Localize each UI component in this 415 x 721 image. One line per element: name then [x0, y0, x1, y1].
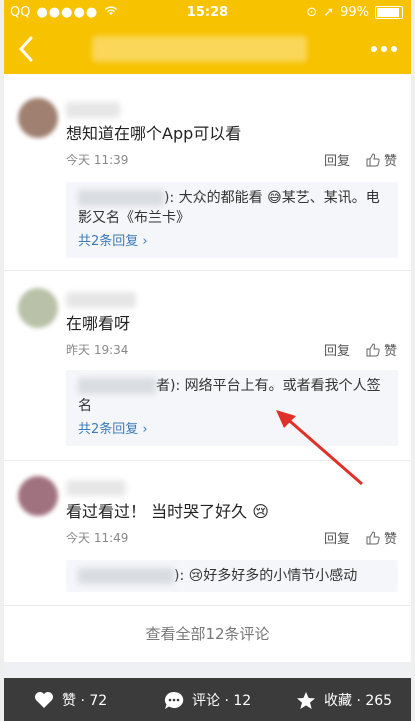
- avatar[interactable]: [18, 98, 58, 138]
- reply-username[interactable]: [78, 190, 164, 206]
- view-all-comments-button[interactable]: 查看全部12条评论: [4, 606, 411, 662]
- location-icon: ➚: [323, 5, 335, 20]
- section-spacer: [4, 662, 411, 678]
- reply-username[interactable]: [78, 378, 156, 394]
- like-label: 赞: [383, 344, 397, 359]
- comment-time: 昨天 19:34: [66, 343, 129, 357]
- reply-button[interactable]: 回复: [324, 528, 350, 547]
- username[interactable]: [66, 480, 126, 496]
- cry-emoji-icon: 😢: [252, 502, 269, 521]
- like-action-button[interactable]: 赞 · 72: [34, 690, 107, 710]
- like-label: 赞: [383, 154, 397, 169]
- lock-rotation-icon: ⊙: [306, 5, 318, 20]
- reply-text-cont: 好多好多的小情节小感动: [203, 568, 358, 584]
- comment-count: 评论 · 12: [192, 693, 252, 709]
- like-button[interactable]: 赞: [366, 340, 397, 359]
- avatar[interactable]: [18, 476, 58, 516]
- back-button[interactable]: [16, 35, 46, 65]
- comment-actions: 回复 赞: [324, 150, 397, 169]
- comment-text-body: 看过看过！ 当时哭了好久: [66, 502, 248, 521]
- comment-text: 想知道在哪个App可以看: [66, 124, 242, 143]
- more-dots-icon: [371, 46, 397, 52]
- thumbs-up-icon: [366, 530, 380, 544]
- battery-icon: [375, 6, 403, 19]
- heart-icon: [35, 692, 53, 708]
- comment-bubble-icon: [164, 691, 184, 709]
- comment-text: 看过看过！ 当时哭了好久 😢: [66, 498, 269, 522]
- annotation-arrow: [276, 410, 363, 486]
- comment-action-button[interactable]: 评论 · 12: [164, 690, 251, 710]
- reply-text: ): 大众的都能看: [164, 190, 263, 206]
- username[interactable]: [66, 102, 120, 118]
- comment-actions: 回复 赞: [324, 528, 397, 547]
- like-label: 赞: [383, 532, 397, 547]
- avatar[interactable]: [18, 288, 58, 328]
- reply-button[interactable]: 回复: [324, 150, 350, 169]
- chevron-left-icon: [18, 36, 33, 62]
- reply-preview[interactable]: ): 大众的都能看 😅某艺、某讯。电影又名《布兰卡》 共2条回复 ›: [66, 182, 398, 258]
- comment-actions: 回复 赞: [324, 340, 397, 359]
- bottom-action-bar: 赞 · 72 评论 · 12 收藏 · 265: [4, 678, 411, 721]
- divider: [4, 270, 411, 271]
- reply-text: ):: [174, 568, 189, 584]
- thumbs-up-icon: [366, 342, 380, 356]
- cry-emoji-icon: 😢: [188, 568, 204, 584]
- reply-button[interactable]: 回复: [324, 340, 350, 359]
- nav-bar: [4, 26, 411, 74]
- status-right: ⊙ ➚ 99%: [306, 5, 403, 20]
- star-icon: [297, 691, 315, 709]
- more-button[interactable]: [369, 36, 399, 66]
- username[interactable]: [66, 292, 136, 308]
- thumbs-up-icon: [366, 152, 380, 166]
- like-button[interactable]: 赞: [366, 150, 397, 169]
- status-bar: QQ ●●●●● 15:28 ⊙ ➚ 99%: [4, 0, 411, 26]
- reply-username[interactable]: [78, 568, 174, 584]
- reply-preview[interactable]: ): 😢好多好多的小情节小感动: [66, 560, 398, 592]
- view-replies-link[interactable]: 共2条回复 ›: [78, 232, 390, 252]
- comment-text: 在哪看呀: [66, 314, 131, 333]
- like-count: 赞 · 72: [62, 693, 108, 709]
- emoji-icon: 😅: [267, 190, 282, 206]
- comment-time: 今天 11:49: [66, 531, 129, 545]
- app-frame: QQ ●●●●● 15:28 ⊙ ➚ 99% 想知道在哪个App可以看 今天 1…: [4, 0, 411, 721]
- nav-title: [92, 36, 307, 62]
- battery-percent: 99%: [340, 5, 369, 20]
- like-button[interactable]: 赞: [366, 528, 397, 547]
- favorite-count: 收藏 · 265: [324, 693, 393, 709]
- comment-time: 今天 11:39: [66, 153, 129, 167]
- favorite-action-button[interactable]: 收藏 · 265: [296, 690, 392, 710]
